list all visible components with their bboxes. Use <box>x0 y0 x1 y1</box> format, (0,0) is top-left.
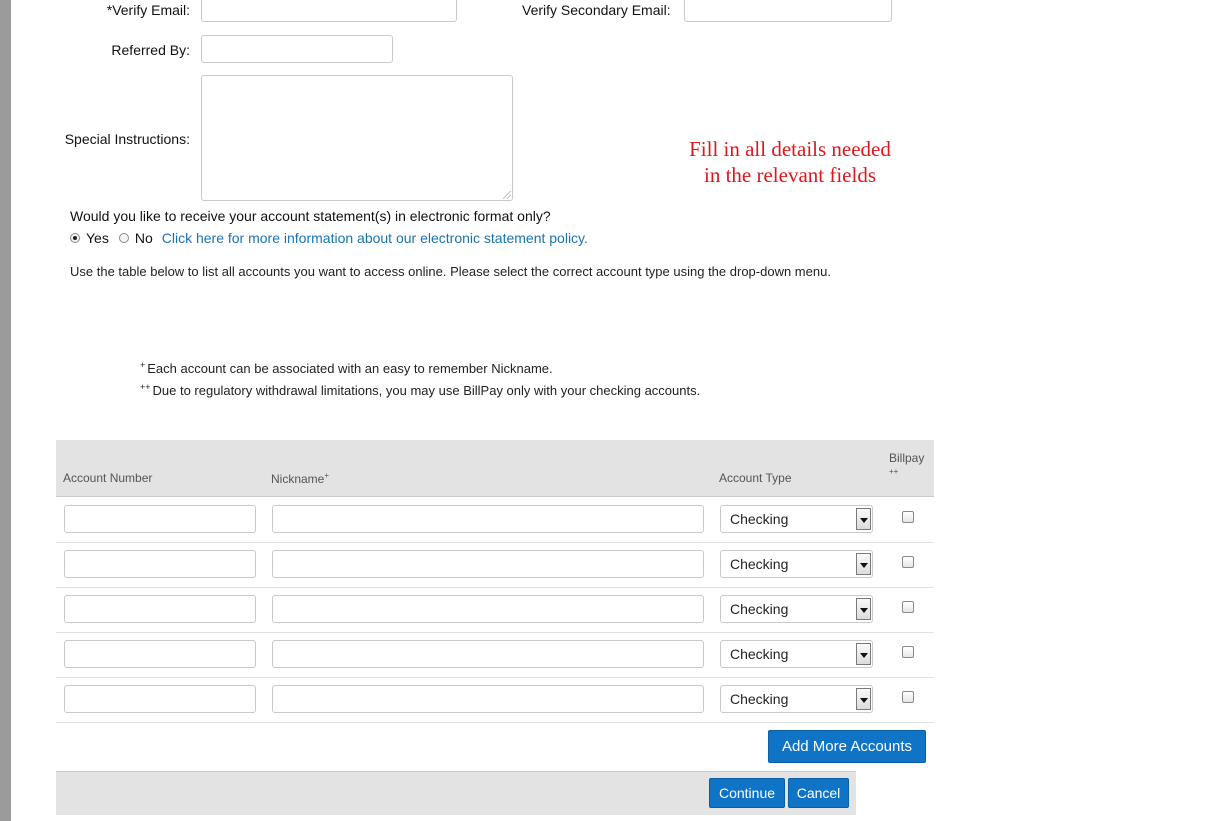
table-row: Checking <box>56 632 934 678</box>
account-number-input[interactable] <box>64 550 256 578</box>
header-billpay: Billpay ++ <box>889 451 925 476</box>
verify-email-input[interactable] <box>201 0 457 22</box>
dropdown-arrow-icon[interactable] <box>856 688 871 710</box>
nickname-input[interactable] <box>272 685 704 713</box>
add-more-accounts-button[interactable]: Add More Accounts <box>768 730 926 763</box>
account-type-select[interactable]: Checking <box>720 595 873 623</box>
footnotes: + Each account can be associated with an … <box>140 356 700 400</box>
estatement-question: Would you like to receive your account s… <box>70 208 551 224</box>
billpay-checkbox[interactable] <box>902 511 914 523</box>
nickname-input[interactable] <box>272 505 704 533</box>
account-type-select[interactable]: Checking <box>720 685 873 713</box>
account-number-input[interactable] <box>64 640 256 668</box>
table-instructions: Use the table below to list all accounts… <box>70 264 831 279</box>
account-type-value: Checking <box>730 511 789 527</box>
nickname-input[interactable] <box>272 640 704 668</box>
estatement-options: Yes No Click here for more information a… <box>70 229 588 247</box>
account-number-input[interactable] <box>64 685 256 713</box>
account-type-select[interactable]: Checking <box>720 550 873 578</box>
billpay-checkbox[interactable] <box>902 691 914 703</box>
special-instructions-label: Special Instructions: <box>64 131 190 147</box>
left-edge-bar <box>0 0 11 821</box>
table-row: Checking <box>56 677 934 723</box>
header-account-type: Account Type <box>719 471 792 485</box>
billpay-checkbox[interactable] <box>902 646 914 658</box>
special-instructions-textarea[interactable] <box>201 75 513 201</box>
nickname-input[interactable] <box>272 550 704 578</box>
account-type-select[interactable]: Checking <box>720 640 873 668</box>
footnote-nickname: + Each account can be associated with an … <box>140 360 553 376</box>
dropdown-arrow-icon[interactable] <box>856 643 871 665</box>
verify-email-label: *Verify Email: <box>106 2 190 18</box>
account-type-value: Checking <box>730 646 789 662</box>
estatement-yes-label: Yes <box>86 230 109 246</box>
header-account-number: Account Number <box>63 471 153 485</box>
verify-secondary-email-label: Verify Secondary Email: <box>522 2 671 18</box>
continue-button[interactable]: Continue <box>709 778 785 808</box>
dropdown-arrow-icon[interactable] <box>856 598 871 620</box>
account-type-value: Checking <box>730 601 789 617</box>
account-number-input[interactable] <box>64 595 256 623</box>
cancel-button[interactable]: Cancel <box>788 778 849 808</box>
table-row: Checking <box>56 497 934 543</box>
account-type-select[interactable]: Checking <box>720 505 873 533</box>
estatement-policy-link[interactable]: Click here for more information about ou… <box>162 230 588 246</box>
annotation-line-2: in the relevant fields <box>703 163 877 187</box>
footnote-billpay: ++ Due to regulatory withdrawal limitatio… <box>140 382 701 398</box>
account-type-value: Checking <box>730 556 789 572</box>
billpay-checkbox[interactable] <box>902 601 914 613</box>
resize-grip-icon[interactable] <box>503 191 511 199</box>
annotation-line-1: Fill in all details needed <box>689 137 891 161</box>
estatement-yes-radio[interactable] <box>70 233 80 243</box>
estatement-no-radio[interactable] <box>118 233 129 243</box>
accounts-table-header: Account Number Nickname+ Account Type Bi… <box>56 440 934 497</box>
instruction-annotation: Fill in all details needed in the releva… <box>680 136 900 188</box>
header-nickname: Nickname+ <box>271 471 330 486</box>
account-type-value: Checking <box>730 691 789 707</box>
special-instructions-wrapper <box>201 75 513 201</box>
account-number-input[interactable] <box>64 505 256 533</box>
referred-by-input[interactable] <box>201 35 393 63</box>
verify-secondary-email-input[interactable] <box>684 0 892 22</box>
table-row: Checking <box>56 542 934 588</box>
referred-by-label: Referred By: <box>111 42 190 58</box>
estatement-no-label: No <box>134 230 153 246</box>
dropdown-arrow-icon[interactable] <box>856 553 871 575</box>
table-row: Checking <box>56 587 934 633</box>
dropdown-arrow-icon[interactable] <box>856 508 871 530</box>
billpay-checkbox[interactable] <box>902 556 914 568</box>
nickname-input[interactable] <box>272 595 704 623</box>
